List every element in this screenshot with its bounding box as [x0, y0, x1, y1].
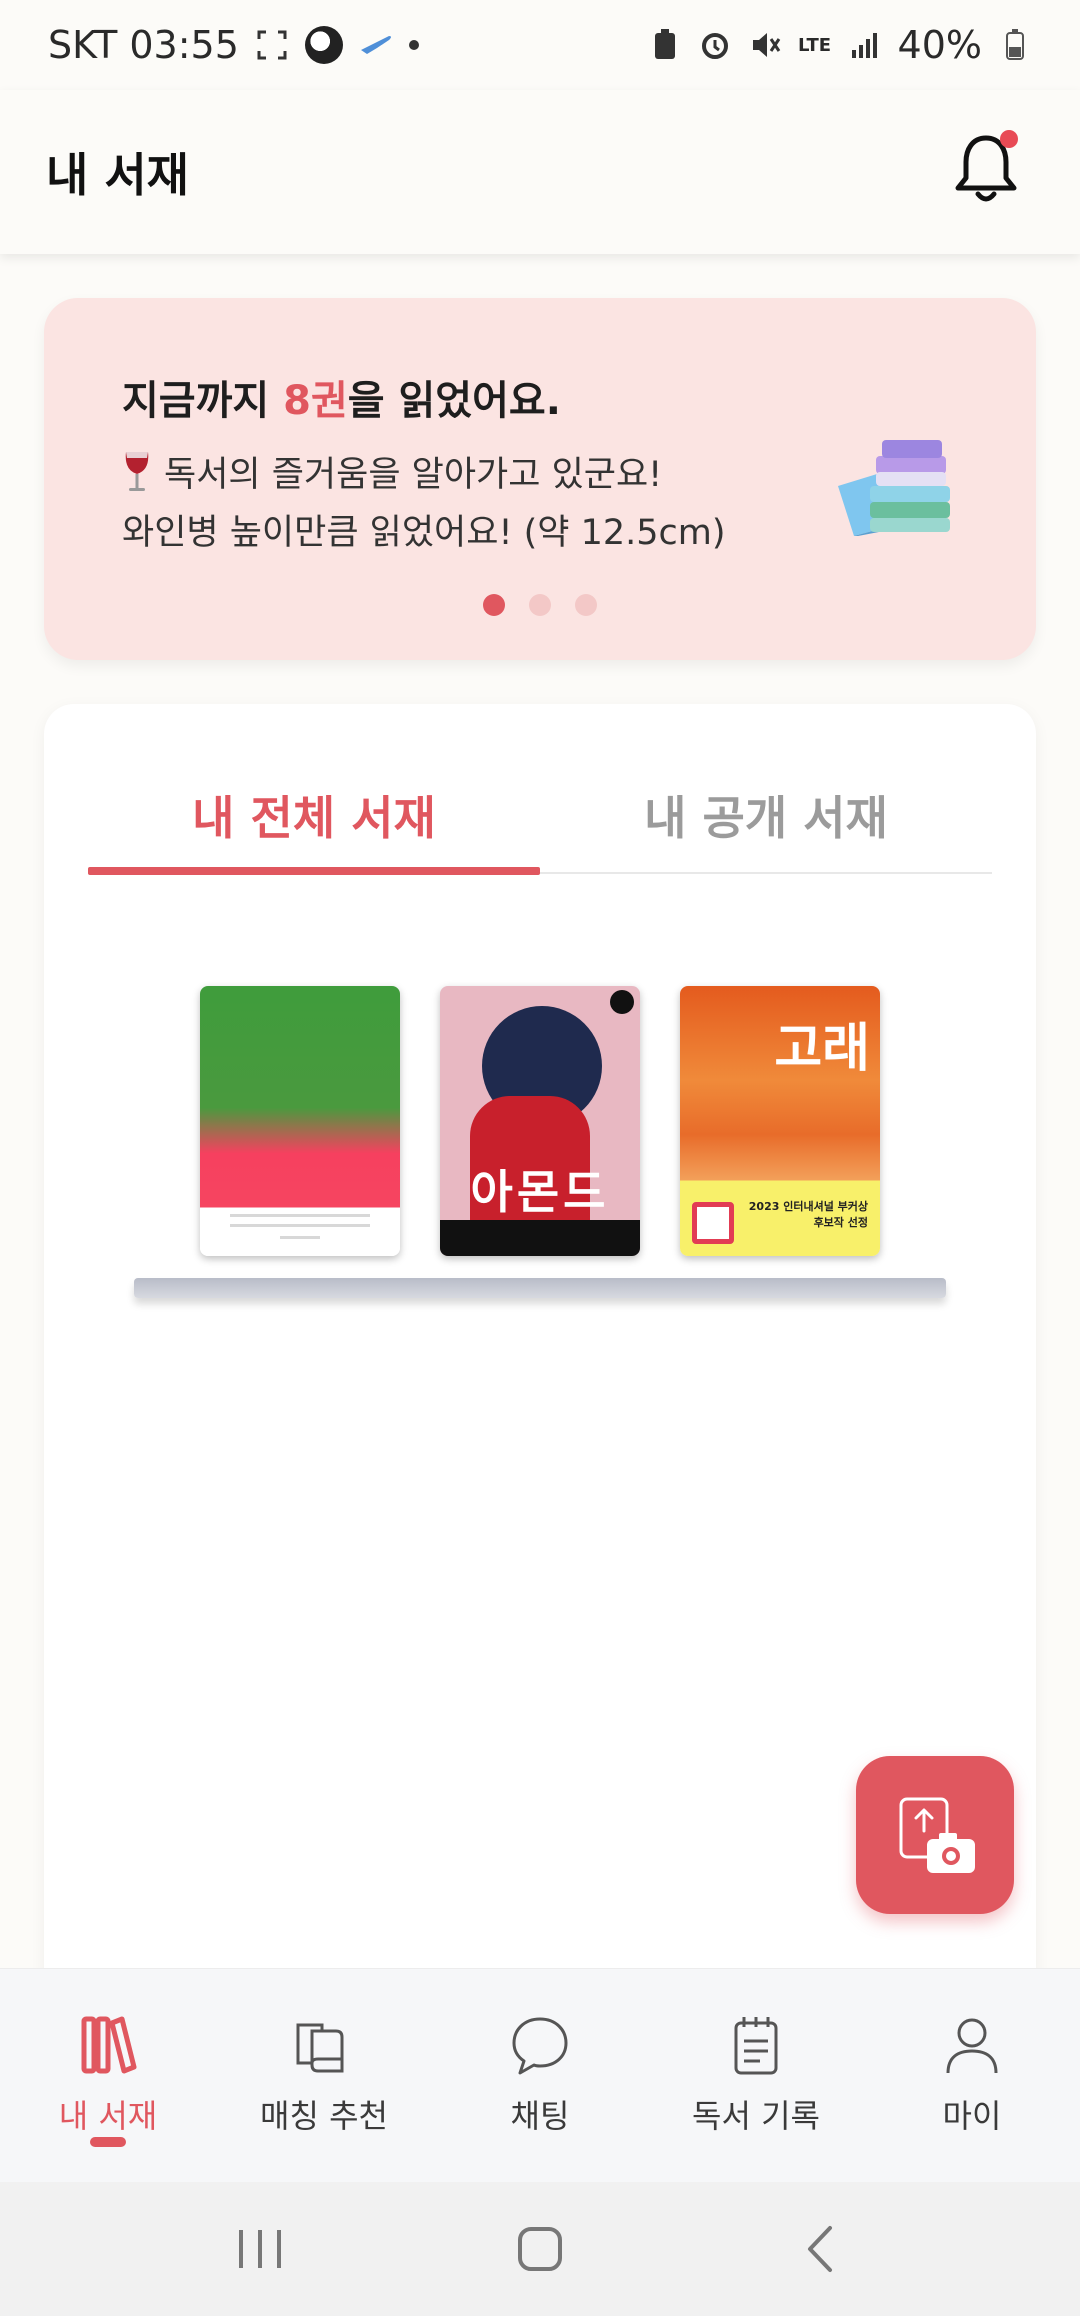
recent-apps-icon: [239, 2230, 281, 2268]
nav-item-my[interactable]: 마이: [864, 1969, 1080, 2182]
nav-label: 채팅: [510, 2097, 570, 2135]
banner-line-1: 독서의 즐거움을 알아가고 있군요!: [122, 446, 662, 503]
book-list: 아몬드 고래 2023 인터내셔널 부커상 후보작 선정: [200, 986, 880, 1256]
airplane-icon: [359, 28, 393, 62]
signal-icon: [848, 28, 882, 62]
reading-summary-banner[interactable]: 지금까지 8권을 읽었어요. 독서의 즐거움을 알아가고 있군요! 와인병 높이…: [44, 298, 1036, 660]
cover-text-line: [230, 1214, 370, 1217]
back-icon: [808, 2226, 832, 2272]
notification-badge: [1000, 130, 1018, 148]
back-button[interactable]: [785, 2214, 855, 2284]
cover-text-line: [280, 1236, 320, 1239]
banner-line-2: 와인병 높이만큼 읽었어요! (약 12.5cm): [122, 513, 726, 553]
status-left: SKT 03:55: [48, 23, 419, 67]
nav-item-my-library[interactable]: 내 서재: [0, 1969, 216, 2182]
books-illustration-icon: [830, 426, 960, 536]
avatar-icon: [304, 26, 343, 64]
recent-apps-button[interactable]: [225, 2214, 295, 2284]
notification-dot-icon: [408, 40, 419, 50]
nav-item-reading-log[interactable]: 독서 기록: [648, 1969, 864, 2182]
shelf-tabs: 내 전체 서재 내 공개 서재: [88, 774, 992, 875]
cover-text-line: [230, 1224, 370, 1227]
app-header: 내 서재: [0, 90, 1080, 254]
pagination-dot-active[interactable]: [483, 594, 505, 616]
book-cover[interactable]: 아몬드: [440, 986, 640, 1256]
cover-stamp-icon: [692, 1202, 734, 1244]
page-title: 내 서재: [46, 148, 189, 202]
mute-icon: [748, 28, 782, 62]
battery-saver-icon: [648, 28, 682, 62]
nav-label: 독서 기록: [692, 2097, 820, 2135]
book-title: 아몬드: [470, 1165, 610, 1219]
battery-icon: [998, 28, 1032, 62]
cover-badge: [610, 990, 634, 1014]
shelf-board: [134, 1278, 946, 1298]
cover-strip: [440, 1220, 640, 1256]
system-nav-bar: [0, 2182, 1080, 2316]
lte-icon: LTE: [797, 34, 832, 56]
battery-percent: 40%: [897, 23, 982, 67]
notepad-icon: [734, 2017, 778, 2075]
carrier-time: SKT 03:55: [48, 23, 239, 67]
nav-label: 내 서재: [58, 2097, 158, 2135]
banner-title-prefix: 지금까지: [122, 378, 284, 424]
pagination-dot[interactable]: [575, 594, 597, 616]
status-right: LTE 40%: [648, 23, 1032, 67]
pagination-dot[interactable]: [529, 594, 551, 616]
nav-active-indicator: [90, 2137, 126, 2147]
person-icon: [946, 2018, 998, 2074]
banner-title: 지금까지 8권을 읽었어요.: [122, 368, 561, 426]
book-cover[interactable]: [200, 986, 400, 1256]
read-count: 8권: [283, 378, 348, 424]
book-cover[interactable]: 고래 2023 인터내셔널 부커상 후보작 선정: [680, 986, 880, 1256]
book-title: 고래: [774, 1019, 870, 1079]
notification-button[interactable]: [950, 128, 1022, 208]
home-icon: [518, 2227, 562, 2271]
add-book-camera-button[interactable]: [856, 1756, 1014, 1914]
banner-line-1-text: 독서의 즐거움을 알아가고 있군요!: [164, 455, 663, 495]
nav-label: 매칭 추천: [260, 2097, 388, 2135]
books-icon: [296, 2023, 344, 2073]
status-bar: SKT 03:55 LTE 40%: [0, 0, 1080, 90]
tab-public-shelf[interactable]: 내 공개 서재: [540, 774, 992, 872]
chat-icon: [512, 2017, 568, 2075]
screenshot-icon: [255, 28, 289, 62]
bottom-nav: 내 서재 매칭 추천 채팅 독서 기록 마이: [0, 1968, 1080, 2182]
alarm-icon: [698, 28, 732, 62]
wine-glass-icon: [122, 450, 152, 503]
home-button[interactable]: [505, 2214, 575, 2284]
book-subtitle: 2023 인터내셔널 부커상 후보작 선정: [748, 1200, 868, 1229]
banner-pagination: [44, 594, 1036, 616]
nav-item-matching[interactable]: 매칭 추천: [216, 1969, 432, 2182]
tab-all-shelf[interactable]: 내 전체 서재: [88, 774, 540, 875]
nav-label: 마이: [942, 2097, 1002, 2135]
library-icon: [81, 2016, 137, 2074]
banner-title-suffix: 을 읽었어요.: [347, 378, 561, 424]
upload-camera-icon: [899, 1797, 975, 1873]
nav-item-chat[interactable]: 채팅: [432, 1969, 648, 2182]
